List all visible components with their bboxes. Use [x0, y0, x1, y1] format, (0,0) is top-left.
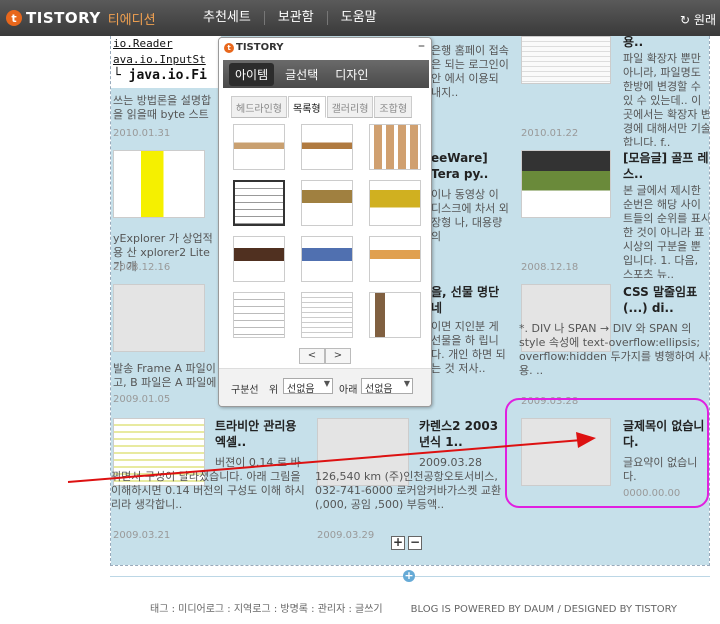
- layout-option[interactable]: [369, 236, 421, 282]
- prev-page-button[interactable]: <: [299, 348, 325, 364]
- subtab-combined[interactable]: 조합형: [374, 96, 413, 118]
- arrow-head: [576, 432, 596, 448]
- layout-option[interactable]: [301, 180, 353, 226]
- panel-logo-text: TISTORY: [236, 42, 284, 53]
- top-divider-value: 선없음: [287, 384, 315, 395]
- tab-design[interactable]: 디자인: [329, 63, 374, 86]
- panel-logo-mark: t: [224, 42, 234, 53]
- layout-option[interactable]: [233, 292, 285, 338]
- subtab-headline[interactable]: 헤드라인형: [231, 96, 287, 118]
- item-panel: t TISTORY – 아이템 글선택 디자인 헤드라인형 목록형 갤러리형 조…: [218, 37, 432, 407]
- panel-header[interactable]: t TISTORY –: [219, 38, 431, 60]
- divider-settings: 구분선 위 선없음 ▼ 아래 선없음 ▼: [219, 368, 431, 406]
- subtab-list[interactable]: 목록형: [288, 96, 326, 118]
- layout-option[interactable]: [369, 180, 421, 226]
- layout-option[interactable]: [233, 124, 285, 170]
- layout-option[interactable]: [369, 292, 421, 338]
- layout-option-selected[interactable]: [233, 180, 285, 226]
- chevron-down-icon: ▼: [403, 379, 410, 388]
- chevron-down-icon: ▼: [323, 379, 330, 388]
- tab-post-select[interactable]: 글선택: [279, 63, 324, 86]
- layout-option[interactable]: [301, 292, 353, 338]
- layout-type-tabs: 헤드라인형 목록형 갤러리형 조합형: [231, 96, 421, 118]
- layout-option[interactable]: [301, 236, 353, 282]
- divider-label: 구분선: [231, 385, 259, 396]
- arrow-line: [67, 439, 583, 483]
- top-label: 위: [269, 385, 279, 396]
- layout-option[interactable]: [301, 124, 353, 170]
- layout-pager: < >: [299, 348, 351, 364]
- minimize-icon[interactable]: –: [418, 38, 425, 54]
- layout-option[interactable]: [369, 124, 421, 170]
- tab-item[interactable]: 아이템: [229, 62, 275, 86]
- bottom-divider-select[interactable]: 선없음 ▼: [361, 378, 413, 395]
- next-page-button[interactable]: >: [325, 348, 351, 364]
- page: { "app": {"logo_text":"TISTORY","logo_su…: [0, 0, 720, 624]
- panel-tabs: 아이템 글선택 디자인: [223, 60, 429, 88]
- bottom-label: 아래: [339, 385, 358, 396]
- layout-grid: [233, 124, 421, 354]
- layout-option[interactable]: [233, 236, 285, 282]
- subtab-gallery[interactable]: 갤러리형: [326, 96, 374, 118]
- top-divider-select[interactable]: 선없음 ▼: [283, 378, 333, 395]
- bottom-divider-value: 선없음: [365, 384, 393, 395]
- panel-logo: t TISTORY: [224, 42, 283, 53]
